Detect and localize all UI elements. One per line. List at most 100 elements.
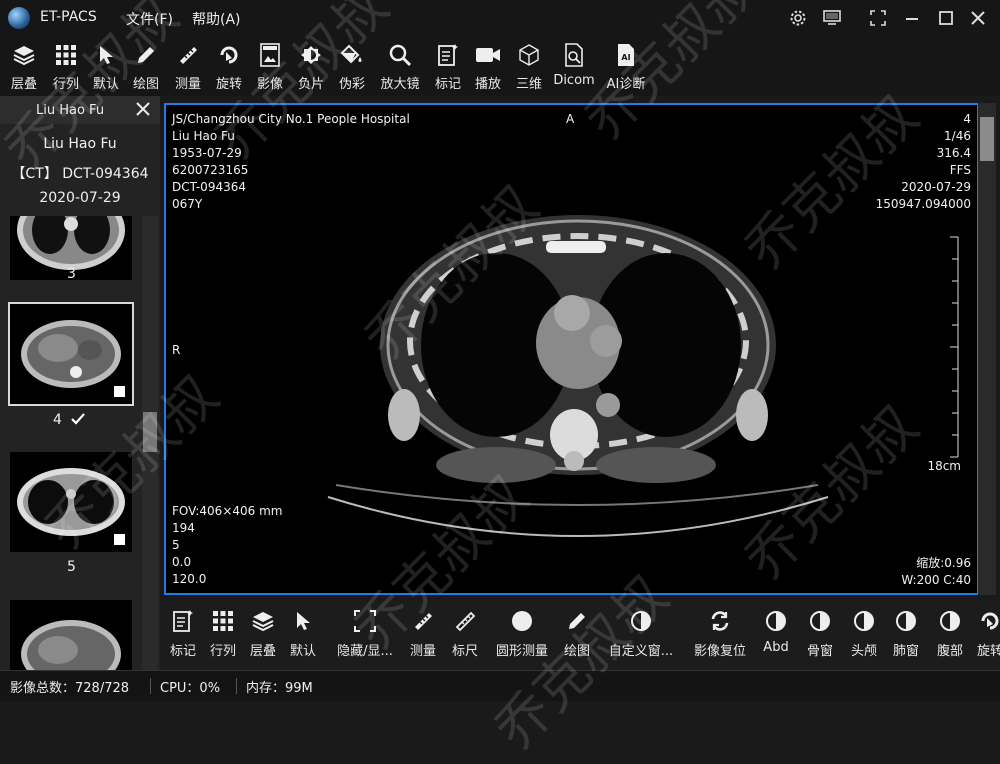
hide-show-icon xyxy=(352,608,378,634)
fov: FOV:406×406 mm xyxy=(172,504,283,518)
patient-tab-label: Liu Hao Fu xyxy=(36,103,105,118)
bottom-bone-window-button[interactable]: 骨窗 xyxy=(804,600,836,670)
window-level-icon xyxy=(937,608,963,634)
series-thumbnail-selected[interactable] xyxy=(8,302,134,406)
minimize-icon[interactable] xyxy=(900,6,924,30)
status-bar: 影像总数：728/728 CPU：0% 内存：99M xyxy=(0,670,1000,701)
toolbar-ai-button[interactable]: AI AI诊断 xyxy=(604,36,648,96)
toolbar-label: 行列 xyxy=(52,77,79,92)
bottom-layers-button[interactable]: 层叠 xyxy=(246,600,280,670)
toolbar-3d-button[interactable]: 三维 xyxy=(511,36,547,96)
toolbar-layers-button[interactable]: 层叠 xyxy=(6,36,42,96)
acquisition-time: 150947.094000 xyxy=(875,197,971,211)
study-sidebar: Liu Hao Fu Liu Hao Fu 【CT】 DCT-094364 20… xyxy=(0,96,160,670)
bottom-draw-button[interactable]: 绘图 xyxy=(560,600,594,670)
toolbar-label: 旋转 xyxy=(976,644,1000,659)
window-level-icon xyxy=(851,608,877,634)
bottom-ruler-button[interactable]: 标尺 xyxy=(448,600,482,670)
toolbar-label: 影像 xyxy=(256,77,283,92)
toolbar-label: Abd xyxy=(763,640,789,655)
bottom-rotate-button[interactable]: 旋转 xyxy=(974,600,1000,670)
image-total: 影像总数：728/728 xyxy=(10,681,130,696)
bottom-lung-window-button[interactable]: 肺窗 xyxy=(890,600,922,670)
bottom-abdomen-window-button[interactable]: 腹部 xyxy=(934,600,966,670)
overlay-bottom-left: FOV:406×406 mm 194 5 0.0 120.0 xyxy=(172,503,282,588)
thumbnail-scrollbar[interactable] xyxy=(142,216,158,670)
fullscreen-icon[interactable] xyxy=(866,6,890,30)
maximize-icon[interactable] xyxy=(934,6,958,30)
close-icon[interactable] xyxy=(966,6,990,30)
bottom-reset-button[interactable]: 影像复位 xyxy=(688,600,752,670)
bottom-abd-button[interactable]: Abd xyxy=(760,600,792,670)
video-icon xyxy=(475,42,501,68)
menu-file[interactable]: 文件(F) xyxy=(126,9,173,29)
bottom-custom-window-button[interactable]: 自定义窗... xyxy=(604,600,678,670)
paint-bucket-icon xyxy=(339,42,365,68)
bottom-annotate-button[interactable]: 标记 xyxy=(166,600,200,670)
overlay-bottom-right: 缩放:0.96 W:200 C:40 xyxy=(901,555,971,589)
toolbar-default-button[interactable]: 默认 xyxy=(88,36,124,96)
toolbar-label: AI诊断 xyxy=(606,77,646,92)
patient-id: 6200723165 xyxy=(172,163,249,177)
grid-icon xyxy=(53,42,79,68)
bottom-grid-button[interactable]: 行列 xyxy=(206,600,240,670)
settings-icon[interactable] xyxy=(786,6,810,30)
overlay-value: 194 xyxy=(172,521,195,535)
toolbar-annotate-button[interactable]: 标记 xyxy=(430,36,466,96)
bottom-measure-button[interactable]: 测量 xyxy=(406,600,440,670)
scrollbar-thumb[interactable] xyxy=(143,412,157,452)
pointer-icon xyxy=(290,608,316,634)
scrollbar-thumb[interactable] xyxy=(980,117,994,161)
toolbar-measure-button[interactable]: 测量 xyxy=(170,36,206,96)
thumbnail-number: 4 xyxy=(53,412,62,428)
layers-icon xyxy=(250,608,276,634)
patient-age: 067Y xyxy=(172,197,203,211)
memory-usage: 内存：99M xyxy=(246,681,313,696)
viewer-toolbar: 标记 行列 层叠 默认 隐藏/显... 测量 标尺 圆形测量 绘图 自定义窗..… xyxy=(160,600,1000,670)
toolbar-label: 测量 xyxy=(409,644,436,659)
close-tab-icon[interactable] xyxy=(134,100,152,122)
toolbar-grid-button[interactable]: 行列 xyxy=(48,36,84,96)
toolbar-label: Dicom xyxy=(553,73,595,88)
toolbar-label: 肺窗 xyxy=(892,644,919,659)
birth-date: 1953-07-29 xyxy=(172,146,242,160)
image-viewport[interactable]: JS/Changzhou City No.1 People Hospital L… xyxy=(164,103,979,595)
toolbar-label: 隐藏/显... xyxy=(337,644,393,659)
bottom-circle-measure-button[interactable]: 圆形测量 xyxy=(490,600,554,670)
toolbar-play-button[interactable]: 播放 xyxy=(470,36,506,96)
toolbar-magnifier-button[interactable]: 放大镜 xyxy=(380,36,420,96)
series-thumbnail[interactable] xyxy=(10,452,132,552)
toolbar-pseudocolor-button[interactable]: 伪彩 xyxy=(334,36,370,96)
ruler-icon xyxy=(452,608,478,634)
bottom-head-window-button[interactable]: 头颅 xyxy=(848,600,880,670)
circle-measure-icon xyxy=(509,608,535,634)
toolbar-negative-button[interactable]: 负片 xyxy=(293,36,329,96)
acquisition-date: 2020-07-29 xyxy=(901,180,971,194)
checkbox-icon[interactable] xyxy=(114,386,125,397)
toolbar-image-button[interactable]: 影像 xyxy=(252,36,288,96)
toolbar-rotate-button[interactable]: 旋转 xyxy=(211,36,247,96)
bottom-default-button[interactable]: 默认 xyxy=(286,600,320,670)
monitor-icon[interactable] xyxy=(820,6,844,30)
series-thumbnail[interactable] xyxy=(10,600,132,670)
zoom-level: 缩放:0.96 xyxy=(916,556,971,570)
toolbar-draw-button[interactable]: 绘图 xyxy=(128,36,164,96)
toolbar-label: 行列 xyxy=(209,644,236,659)
bottom-hide-show-button[interactable]: 隐藏/显... xyxy=(328,600,402,670)
checkbox-icon[interactable] xyxy=(114,534,125,545)
overlay-value: 0.0 xyxy=(172,555,192,569)
dicom-file-icon xyxy=(561,42,587,68)
toolbar-label: 伪彩 xyxy=(338,77,365,92)
patient-tab[interactable]: Liu Hao Fu xyxy=(0,96,160,124)
layers-icon xyxy=(11,42,37,68)
dicom-image-icon xyxy=(257,42,283,68)
orientation-left: R xyxy=(172,343,181,357)
toolbar-label: 影像复位 xyxy=(693,644,746,659)
menu-help[interactable]: 帮助(A) xyxy=(192,9,241,29)
svg-text:AI: AI xyxy=(621,53,630,62)
toolbar-label: 圆形测量 xyxy=(495,644,548,659)
toolbar-label: 旋转 xyxy=(215,77,242,92)
toolbar-dicom-button[interactable]: Dicom xyxy=(553,36,595,96)
viewer-scrollbar[interactable] xyxy=(978,103,996,595)
divider xyxy=(150,678,151,694)
